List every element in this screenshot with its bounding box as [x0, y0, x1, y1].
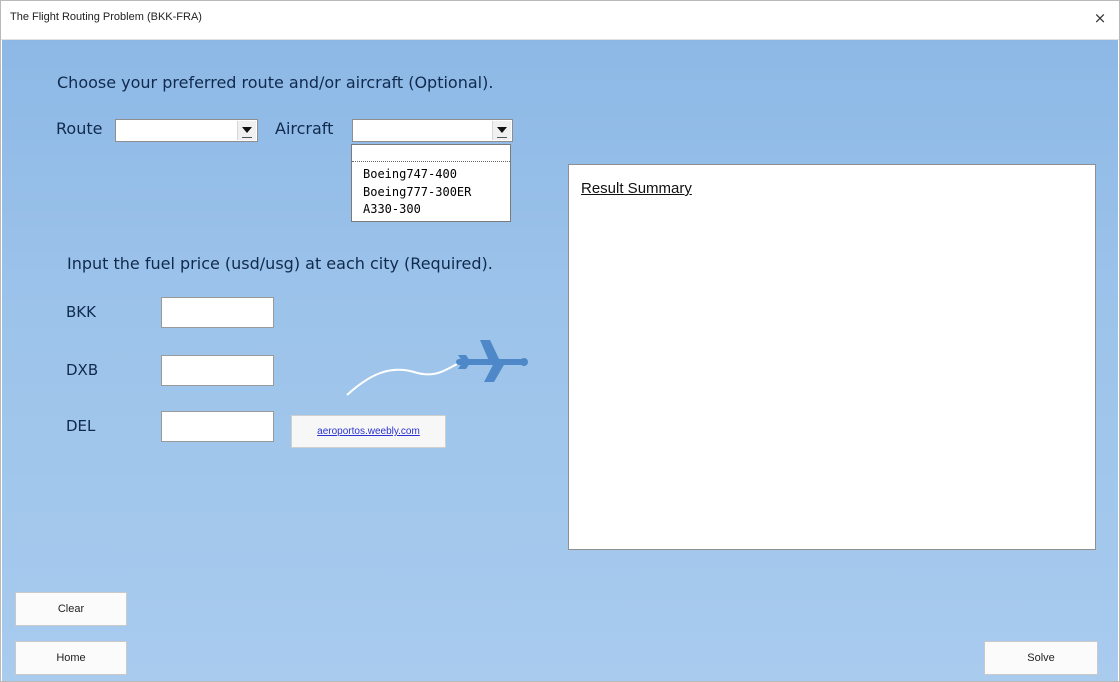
result-summary-title: Result Summary [581, 180, 692, 197]
flight-path-icon [346, 360, 465, 396]
home-button[interactable]: Home [15, 641, 127, 675]
aircraft-option-blank[interactable] [352, 145, 510, 162]
dropdown-underline-icon [242, 137, 252, 138]
bkk-fuel-input[interactable] [161, 297, 274, 328]
city-label-dxb: DXB [66, 361, 99, 379]
fuel-price-instruction: Input the fuel price (usd/usg) at each c… [67, 254, 493, 273]
route-dropdown-button[interactable] [237, 121, 256, 140]
del-fuel-input[interactable] [161, 411, 274, 442]
airplane-icon [346, 340, 528, 396]
window-title: The Flight Routing Problem (BKK-FRA) [10, 11, 202, 23]
title-bar: The Flight Routing Problem (BKK-FRA) × [1, 1, 1119, 40]
aircraft-option-boeing747[interactable]: Boeing747-400 [363, 167, 457, 181]
city-label-bkk: BKK [66, 303, 96, 321]
route-label: Route [56, 119, 103, 138]
result-summary-panel: Result Summary [568, 164, 1096, 550]
app-window: The Flight Routing Problem (BKK-FRA) × C… [0, 0, 1120, 682]
solve-button[interactable]: Solve [984, 641, 1098, 675]
city-label-del: DEL [66, 417, 96, 435]
dropdown-underline-icon [497, 137, 507, 138]
aircraft-label: Aircraft [275, 119, 334, 138]
aircraft-dropdown[interactable] [352, 119, 513, 142]
aircraft-option-a330[interactable]: A330-300 [363, 202, 421, 216]
route-dropdown[interactable] [115, 119, 258, 142]
chevron-down-icon [242, 127, 252, 133]
aircraft-options-list: Boeing747-400 Boeing777-300ER A330-300 [351, 144, 511, 222]
aircraft-dropdown-button[interactable] [492, 121, 511, 140]
plane-shape-icon [456, 340, 528, 382]
close-icon[interactable]: × [1089, 7, 1111, 29]
flight-routing-form: Choose your preferred route and/or aircr… [2, 40, 1118, 681]
preference-instruction: Choose your preferred route and/or aircr… [57, 73, 494, 92]
dxb-fuel-input[interactable] [161, 355, 274, 386]
aircraft-option-boeing777[interactable]: Boeing777-300ER [363, 185, 471, 199]
clear-button[interactable]: Clear [15, 592, 127, 626]
chevron-down-icon [497, 127, 507, 133]
aeroportos-link[interactable]: aeroportos.weebly.com [291, 415, 446, 448]
